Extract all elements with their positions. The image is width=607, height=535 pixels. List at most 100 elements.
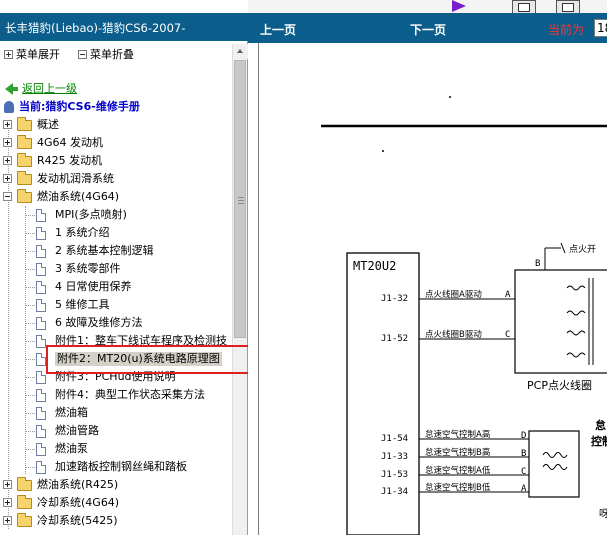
document-icon <box>36 227 46 240</box>
tree-label: 4G64 发动机 <box>37 136 104 149</box>
tree-item-lubrication[interactable]: 发动机润滑系统 <box>0 170 232 188</box>
pin-label: J1-53 <box>381 470 409 480</box>
tree-item-fuel-tank[interactable]: 燃油箱 <box>0 404 232 422</box>
coil-label: PCP点火线圈 <box>527 379 592 392</box>
tree-connector <box>25 251 35 252</box>
scrollbar-thumb[interactable] <box>234 60 246 338</box>
signal-label: 怠速空气控制A高 <box>425 430 491 440</box>
terminal-label: C <box>521 467 527 477</box>
tree-item-control-logic[interactable]: 2 系统基本控制逻辑 <box>0 242 232 260</box>
tree-item-maintenance[interactable]: 4 日常使用保养 <box>0 278 232 296</box>
cut-off-label: 控制 <box>591 435 607 448</box>
tree-label: 发动机润滑系统 <box>37 172 114 185</box>
tree-item-faults[interactable]: 6 故障及维修方法 <box>0 314 232 332</box>
tree-item-fuel-lines[interactable]: 燃油管路 <box>0 422 232 440</box>
document-viewer: MT20U2 J1-32 J1-52 J1-54 J1-33 J1-53 J1-… <box>258 43 607 535</box>
document-icon <box>36 299 46 312</box>
grip-line <box>238 203 244 204</box>
tree-label: 5 维修工具 <box>55 298 110 311</box>
folder-icon <box>17 171 32 185</box>
toolbar-button-2[interactable] <box>556 0 580 14</box>
module-label: MT20U2 <box>353 259 397 273</box>
right-pane: 上一页 下一页 当前为 18 <box>248 0 607 535</box>
terminal-label: A <box>521 484 527 494</box>
tree-scrollbar[interactable] <box>232 44 248 535</box>
signal-label: 怠速空气控制B低 <box>425 483 491 493</box>
tree-connector <box>25 359 35 360</box>
tree-item-4g64-engine[interactable]: 4G64 发动机 <box>0 134 232 152</box>
document-icon <box>36 281 46 294</box>
grip-line <box>238 200 244 201</box>
scroll-up-arrow-icon[interactable] <box>233 44 248 59</box>
page-nav-bar: 上一页 下一页 当前为 18 <box>248 13 607 43</box>
cut-off-label: 怠 <box>595 419 606 432</box>
tree-label: 燃油箱 <box>55 406 88 419</box>
tree-item-components[interactable]: 3 系统零部件 <box>0 260 232 278</box>
expand-toggle-icon[interactable] <box>3 516 12 525</box>
tree-item-system-intro[interactable]: 1 系统介绍 <box>0 224 232 242</box>
folder-open-icon <box>17 189 32 203</box>
pin-label: J1-52 <box>381 334 409 344</box>
left-pane: 长丰猎豹(Liebao)-猎豹CS6-2007- 菜单展开 菜单折叠 返回上一级… <box>0 0 248 535</box>
tree-item-fuel-r425[interactable]: 燃油系统(R425) <box>0 476 232 494</box>
play-arrow-icon[interactable] <box>452 0 466 12</box>
tree-item-overview[interactable]: 概述 <box>0 116 232 134</box>
tree-connector <box>25 233 35 234</box>
document-icon <box>36 425 46 438</box>
cut-off-label: 呀 <box>599 509 607 520</box>
tree-item-fuel-4g64[interactable]: 燃油系统(4G64) <box>0 188 232 206</box>
terminal-label: D <box>521 431 527 441</box>
tree-item-mpi[interactable]: MPI(多点喷射) <box>0 206 232 224</box>
collapse-all-button[interactable]: 菜单折叠 <box>78 46 134 62</box>
left-top-strip <box>0 0 248 13</box>
window-icon <box>518 3 530 12</box>
tree-label: 3 系统零部件 <box>55 262 121 275</box>
terminal-label: A <box>505 290 511 300</box>
left-title-bar: 长丰猎豹(Liebao)-猎豹CS6-2007- <box>0 13 248 41</box>
expand-toggle-icon[interactable] <box>3 480 12 489</box>
expand-all-label: 菜单展开 <box>16 48 60 61</box>
tree-label: 冷却系统(4G64) <box>37 496 120 509</box>
tree-item-r425-engine[interactable]: R425 发动机 <box>0 152 232 170</box>
collapse-all-label: 菜单折叠 <box>90 48 134 61</box>
pin-label: J1-54 <box>381 434 409 444</box>
expand-toggle-icon[interactable] <box>3 138 12 147</box>
tree-connector <box>25 215 35 216</box>
tree-item-cooling-4g64[interactable]: 冷却系统(4G64) <box>0 494 232 512</box>
tree-connector <box>25 377 35 378</box>
tree-connector <box>25 395 35 396</box>
tree-connector <box>25 467 35 468</box>
next-page-link[interactable]: 下一页 <box>410 21 446 38</box>
tree-label: 概述 <box>37 118 59 131</box>
tree-item-appendix-4[interactable]: 附件4：典型工作状态采集方法 <box>0 386 232 404</box>
signal-label: 点火线圈B驱动 <box>425 330 482 340</box>
menu-tree: 返回上一级 当前:猎豹CS6-维修手册 概述 4G64 发动机 R425 发动机 <box>0 80 232 535</box>
tree-item-fuel-pump[interactable]: 燃油泵 <box>0 440 232 458</box>
window-icon <box>562 3 574 12</box>
page-number-input[interactable]: 18 <box>594 19 607 37</box>
back-label: 返回上一级 <box>22 82 77 95</box>
toolbar-button-1[interactable] <box>512 0 536 14</box>
left-title: 长丰猎豹(Liebao)-猎豹CS6-2007- <box>5 21 186 35</box>
pin-label: J1-32 <box>381 294 409 304</box>
expand-toggle-icon[interactable] <box>3 498 12 507</box>
expand-all-button[interactable]: 菜单展开 <box>4 46 60 62</box>
expand-toggle-icon[interactable] <box>3 120 12 129</box>
document-icon <box>36 443 46 456</box>
folder-icon <box>17 117 32 131</box>
prev-page-link[interactable]: 上一页 <box>260 21 296 38</box>
cut-off-label: 点火开 <box>569 245 597 255</box>
tree-item-tools[interactable]: 5 维修工具 <box>0 296 232 314</box>
tree-label: R425 发动机 <box>37 154 103 167</box>
tree-item-accelerator[interactable]: 加速踏板控制钢丝绳和踏板 <box>0 458 232 476</box>
tree-label: 4 日常使用保养 <box>55 280 132 293</box>
folder-icon <box>17 135 32 149</box>
collapse-toggle-icon[interactable] <box>3 192 12 201</box>
expand-toggle-icon[interactable] <box>3 156 12 165</box>
folder-icon <box>17 513 32 527</box>
tree-connector <box>25 413 35 414</box>
tree-label: 燃油系统(R425) <box>37 478 119 491</box>
expand-toggle-icon[interactable] <box>3 174 12 183</box>
tree-item-cooling-5425[interactable]: 冷却系统(5425) <box>0 512 232 530</box>
tree-label: 加速踏板控制钢丝绳和踏板 <box>55 460 187 473</box>
